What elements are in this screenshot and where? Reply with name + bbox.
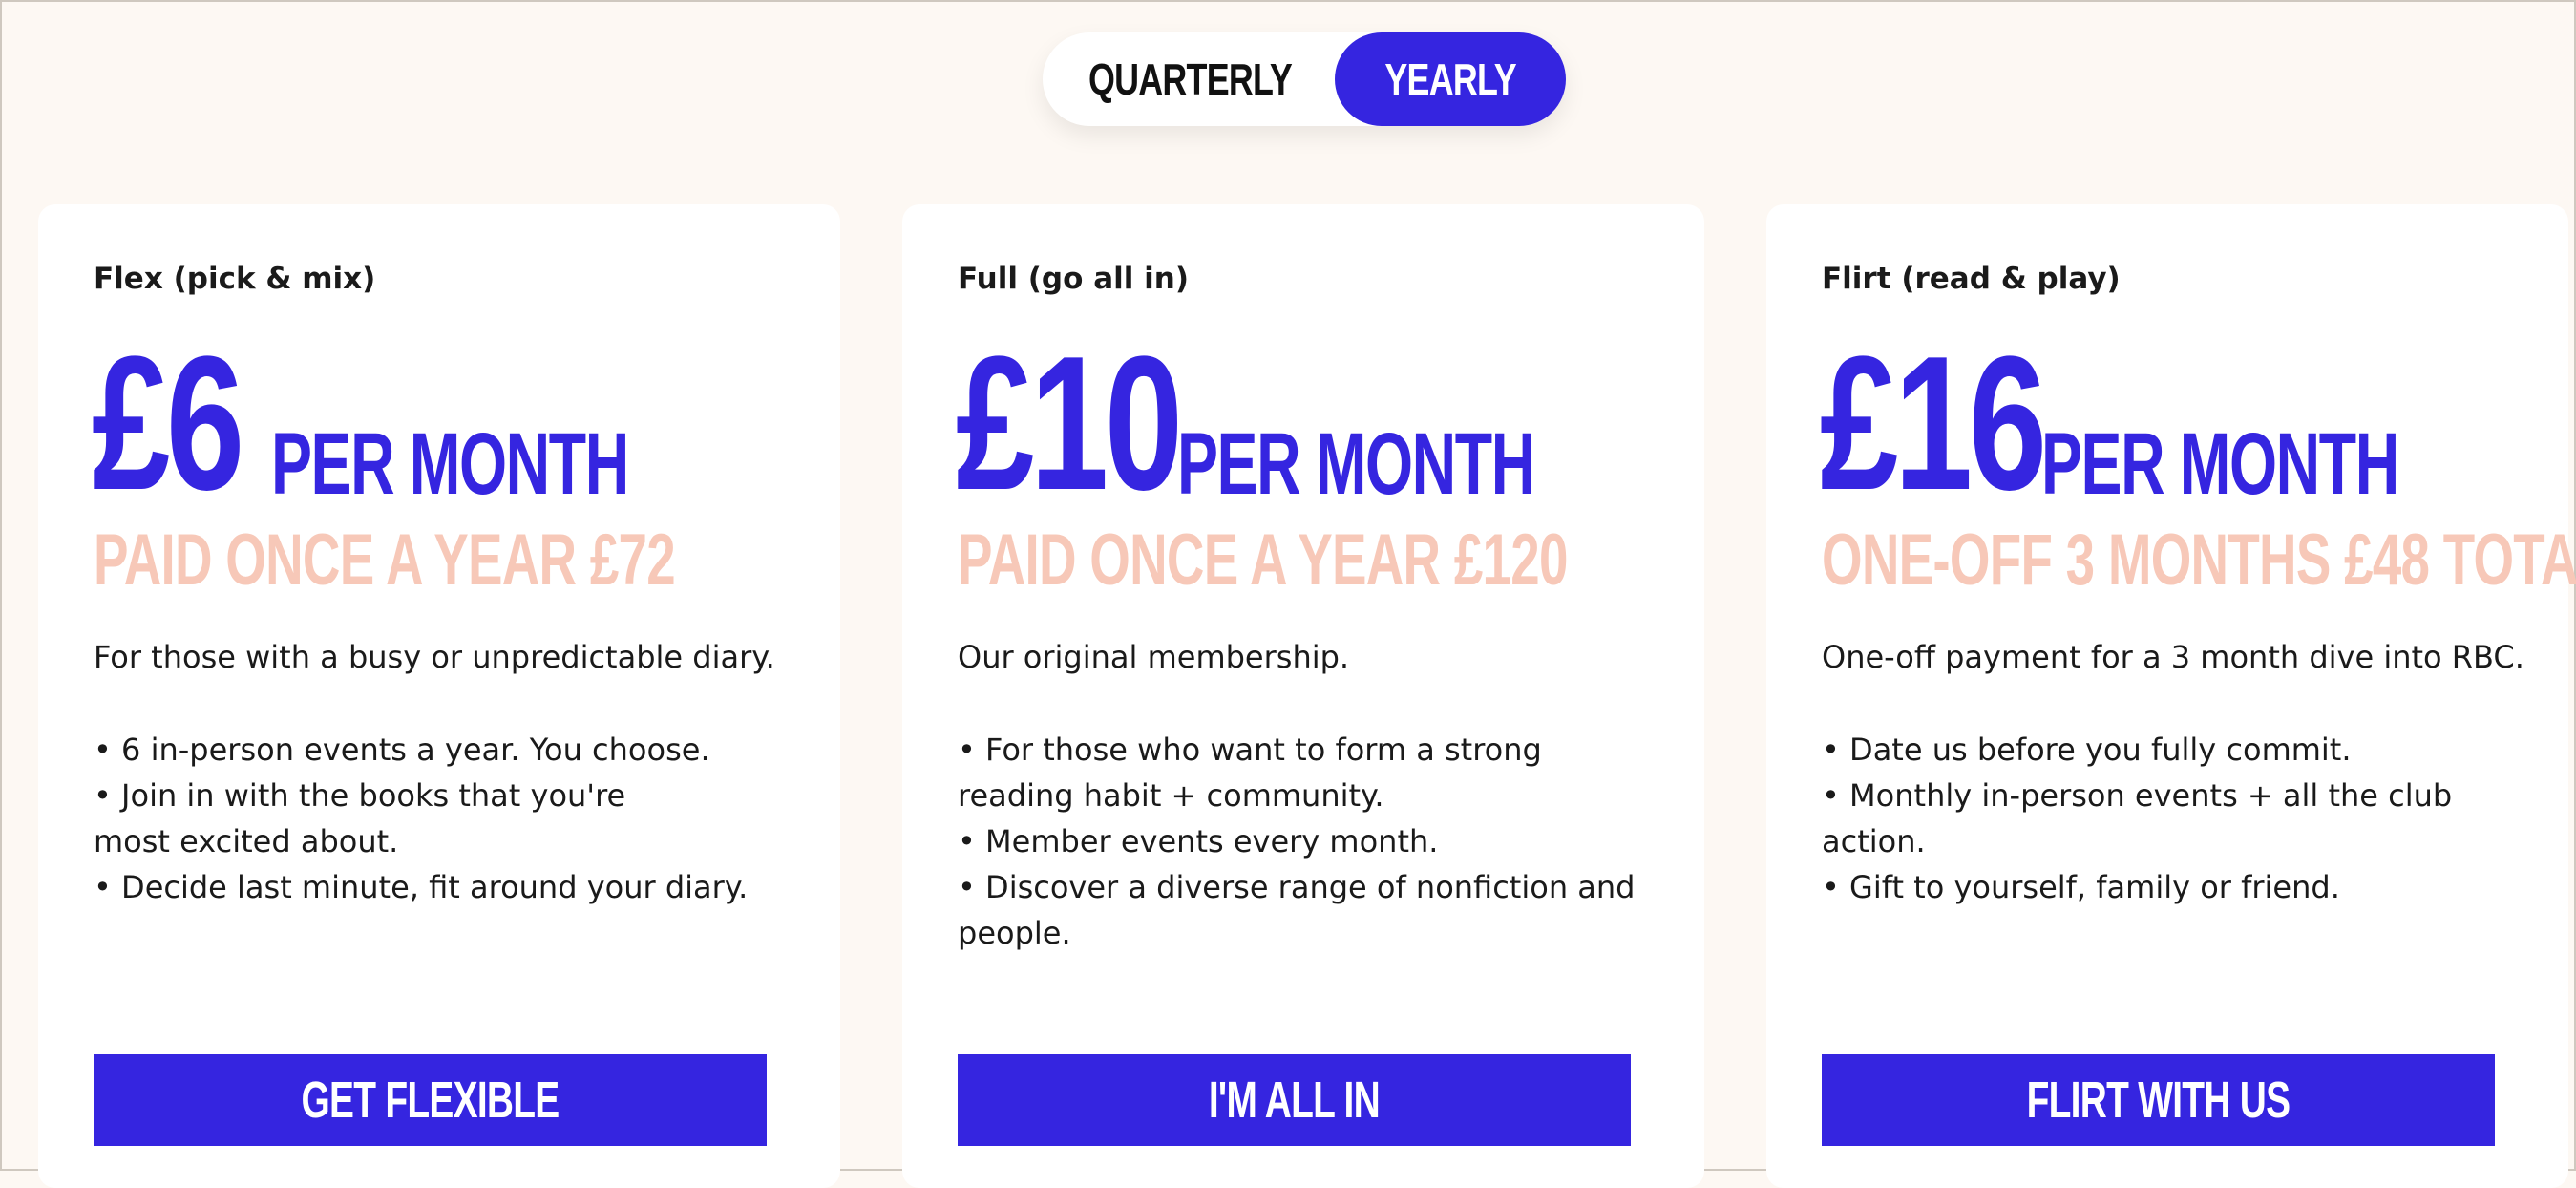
price-amount: £16 [1820,317,2047,530]
plan-description: For those with a busy or unpredictable d… [94,639,775,675]
plan-name: Full (go all in) [958,262,1190,296]
billing-toggle: QUARTERLY YEARLY [1043,32,1566,126]
toggle-quarterly[interactable]: QUARTERLY [1043,32,1337,126]
billing-note: PAID ONCE A YEAR £120 [958,520,1568,601]
feature-item: Gift to yourself, family or friend. [1822,864,2528,910]
billing-note: PAID ONCE A YEAR £72 [94,520,676,601]
plan-card-flex: Flex (pick & mix) £6 PER MONTH PAID ONCE… [38,204,840,1188]
feature-item: Date us before you fully commit. [1822,727,2528,773]
cta-label: GET FLEXIBLE [301,1071,560,1129]
flirt-with-us-button[interactable]: FLIRT WITH US [1822,1054,2495,1146]
toggle-yearly-label: YEARLY [1384,54,1516,104]
price-row: £16 PER MONTH [1820,317,2399,530]
price-amount: £10 [956,317,1183,530]
toggle-quarterly-label: QUARTERLY [1087,54,1293,104]
price-period: PER MONTH [2041,415,2399,513]
feature-item: Discover a diverse range of nonfiction a… [958,864,1664,956]
price-period: PER MONTH [271,415,629,513]
toggle-yearly[interactable]: YEARLY [1335,32,1566,126]
feature-list: 6 in-person events a year. You choose. J… [94,727,800,910]
feature-list: For those who want to form a strong read… [958,727,1664,956]
im-all-in-button[interactable]: I'M ALL IN [958,1054,1631,1146]
plan-description: Our original membership. [958,639,1350,675]
feature-item: 6 in-person events a year. You choose. [94,727,800,773]
price-row: £6 PER MONTH [92,317,629,530]
plan-card-flirt: Flirt (read & play) £16 PER MONTH ONE-OF… [1766,204,2576,1188]
billing-note: ONE-OFF 3 MONTHS £48 TOTAL [1822,520,2576,601]
price-row: £10 PER MONTH [956,317,1535,530]
cta-label: FLIRT WITH US [2026,1071,2291,1129]
get-flexible-button[interactable]: GET FLEXIBLE [94,1054,767,1146]
cta-label: I'M ALL IN [1208,1071,1381,1129]
feature-item: Decide last minute, fit around your diar… [94,864,800,910]
feature-list: Date us before you fully commit. Monthly… [1822,727,2528,910]
feature-item: Member events every month. [958,818,1664,864]
feature-item: Join in with the books that you're most … [94,773,628,864]
price-period: PER MONTH [1177,415,1535,513]
plan-name: Flirt (read & play) [1822,262,2121,296]
plan-card-full: Full (go all in) £10 PER MONTH PAID ONCE… [902,204,1704,1188]
price-amount: £6 [92,317,244,530]
feature-item: For those who want to form a strong read… [958,727,1664,818]
plan-name: Flex (pick & mix) [94,262,376,296]
feature-item: Monthly in-person events + all the club … [1822,773,2528,864]
plan-description: One-off payment for a 3 month dive into … [1822,639,2524,675]
